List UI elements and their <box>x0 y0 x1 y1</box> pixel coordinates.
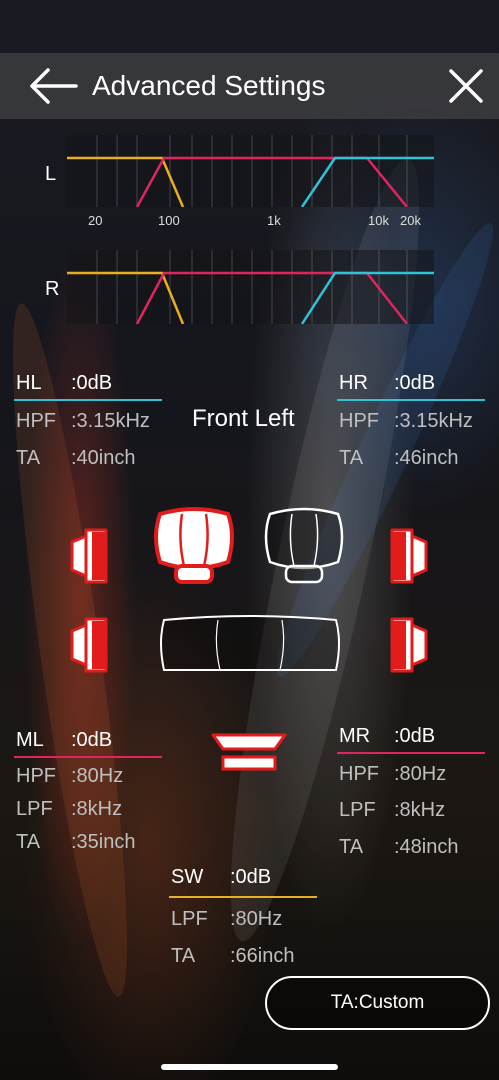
hr-name: HR <box>339 372 368 394</box>
close-icon[interactable] <box>448 68 484 104</box>
hl-name: HL <box>16 372 42 394</box>
mr-hpf-value: :80Hz <box>394 763 447 785</box>
ml-hpf-value: :80Hz <box>71 765 124 787</box>
eq-right-label: R <box>45 278 60 300</box>
back-arrow-icon[interactable] <box>28 67 78 105</box>
hl-gain: :0dB <box>71 372 113 394</box>
hl-hpf-value: :3.15kHz <box>71 410 150 432</box>
ml-lpf-label: LPF <box>16 798 53 820</box>
sw-gain: :0dB <box>230 866 272 888</box>
hl-ta-label: TA <box>16 447 41 469</box>
freq-label-10k: 10k <box>368 213 389 228</box>
sw-lpf-value: :80Hz <box>230 908 283 930</box>
subwoofer-icon[interactable] <box>209 731 289 773</box>
hr-ta-label: TA <box>339 447 364 469</box>
freq-label-20k: 20k <box>400 213 421 228</box>
ta-custom-button[interactable]: TA:Custom <box>265 976 490 1030</box>
eq-left-tweeter-curve <box>300 156 434 207</box>
eq-right-graph[interactable] <box>67 250 434 324</box>
header-bar: Advanced Settings <box>0 53 499 119</box>
hr-gain: :0dB <box>394 372 436 394</box>
mr-name: MR <box>339 725 371 747</box>
ml-underline <box>14 756 162 758</box>
hr-underline <box>337 399 485 401</box>
front-right-seat-icon[interactable] <box>262 506 346 586</box>
hr-hpf-value: :3.15kHz <box>394 410 473 432</box>
mr-underline <box>337 752 485 754</box>
freq-label-100: 100 <box>158 213 180 228</box>
freq-label-1k: 1k <box>267 213 281 228</box>
ml-gain: :0dB <box>71 729 113 751</box>
front-left-seat-icon[interactable] <box>152 506 236 586</box>
hl-hpf-label: HPF <box>16 410 56 432</box>
mr-lpf-label: LPF <box>339 799 376 821</box>
sw-ta-value: :66inch <box>230 945 295 967</box>
rear-seat-icon[interactable] <box>158 614 342 674</box>
sw-lpf-label: LPF <box>171 908 208 930</box>
ml-name: ML <box>16 729 44 751</box>
ml-ta-label: TA <box>16 831 41 853</box>
mr-ta-value: :48inch <box>394 836 459 858</box>
eq-left-graph[interactable] <box>67 135 434 207</box>
mr-ta-label: TA <box>339 836 364 858</box>
ml-ta-value: :35inch <box>71 831 136 853</box>
sw-underline <box>169 896 317 898</box>
hr-ta-value: :46inch <box>394 447 459 469</box>
hl-underline <box>14 399 162 401</box>
sw-name: SW <box>171 866 204 888</box>
eq-right-tweeter-curve <box>300 271 434 324</box>
mr-lpf-value: :8kHz <box>394 799 446 821</box>
home-indicator[interactable] <box>161 1064 338 1070</box>
eq-left-sub-curve <box>67 156 185 207</box>
selected-position-label: Front Left <box>192 405 295 432</box>
front-left-tweeter-speaker-icon[interactable] <box>70 528 108 584</box>
ml-lpf-value: :8kHz <box>71 798 123 820</box>
front-right-tweeter-speaker-icon[interactable] <box>390 528 428 584</box>
hr-hpf-label: HPF <box>339 410 379 432</box>
mid-right-speaker-icon[interactable] <box>390 617 428 673</box>
sw-ta-label: TA <box>171 945 196 967</box>
mr-gain: :0dB <box>394 725 436 747</box>
eq-right-sub-curve <box>67 271 185 324</box>
freq-label-20: 20 <box>88 213 103 228</box>
eq-left-label: L <box>45 163 57 185</box>
mid-left-speaker-icon[interactable] <box>70 617 108 673</box>
mr-hpf-label: HPF <box>339 763 379 785</box>
page-title: Advanced Settings <box>92 70 326 101</box>
ml-hpf-label: HPF <box>16 765 56 787</box>
hl-ta-value: :40inch <box>71 447 136 469</box>
